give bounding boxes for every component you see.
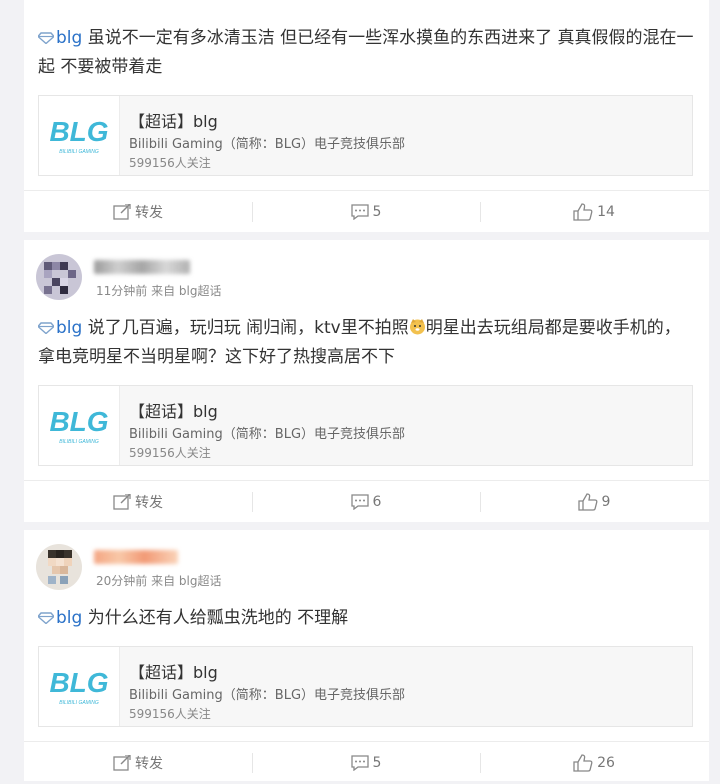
avatar[interactable] xyxy=(36,544,82,590)
post-body: 说了几百遍，玩归玩 闹归闹，ktv里不拍照 xyxy=(82,318,409,338)
super-topic-card[interactable]: BLG BILIBILI GAMING 【超话】blg Bilibili Gam… xyxy=(38,95,693,176)
thumbs-up-icon xyxy=(573,754,593,772)
like-button[interactable]: 14 xyxy=(480,191,708,233)
repost-button[interactable]: 转发 xyxy=(24,481,252,523)
like-count[interactable]: 9 xyxy=(602,494,611,510)
post-header: 20分钟前 来自 blg超话 xyxy=(36,544,436,594)
avatar[interactable] xyxy=(36,254,82,300)
logo-text: BLG xyxy=(49,116,108,147)
logo-subtext: BILIBILI GAMING xyxy=(59,149,99,155)
tag-label[interactable]: blg xyxy=(56,608,82,628)
card-title[interactable]: 【超话】blg xyxy=(129,398,218,422)
post-actions: 转发 5 14 xyxy=(24,190,709,233)
repost-button[interactable]: 转发 xyxy=(24,742,252,784)
repost-label[interactable]: 转发 xyxy=(135,492,163,512)
comment-icon xyxy=(350,204,369,220)
repost-icon xyxy=(113,494,131,510)
super-topic-tag[interactable]: blg xyxy=(38,608,82,628)
comment-button[interactable]: 6 xyxy=(252,481,480,523)
blg-logo-icon: BLG BILIBILI GAMING xyxy=(49,116,108,155)
author-name-blurred[interactable] xyxy=(94,550,178,564)
card-title[interactable]: 【超话】blg xyxy=(129,659,218,683)
like-button[interactable]: 26 xyxy=(480,742,708,784)
blg-logo-icon: BLG BILIBILI GAMING xyxy=(49,406,108,445)
card-title[interactable]: 【超话】blg xyxy=(129,108,218,132)
tag-label[interactable]: blg xyxy=(56,28,82,48)
repost-button[interactable]: 转发 xyxy=(24,191,252,233)
card-fans: 599156人关注 xyxy=(129,446,211,460)
repost-icon xyxy=(113,204,131,220)
super-topic-card[interactable]: BLG BILIBILI GAMING 【超话】blg Bilibili Gam… xyxy=(38,385,693,466)
card-subtitle: Bilibili Gaming（简称：BLG）电子竞技俱乐部 xyxy=(129,137,406,152)
post-actions: 转发 5 26 xyxy=(24,741,709,784)
blg-logo: BLG BILIBILI GAMING xyxy=(39,96,120,175)
doge-emoji-icon xyxy=(409,319,425,335)
super-topic-card[interactable]: BLG BILIBILI GAMING 【超话】blg Bilibili Gam… xyxy=(38,646,693,727)
tag-label[interactable]: blg xyxy=(56,318,82,338)
post-body: 为什么还有人给瓢虫洗地的 不理解 xyxy=(82,608,349,628)
super-topic-tag[interactable]: blg xyxy=(38,28,82,48)
comment-count[interactable]: 6 xyxy=(373,494,382,510)
blg-logo: BLG BILIBILI GAMING xyxy=(39,386,120,465)
blg-logo-icon: BLG BILIBILI GAMING xyxy=(49,667,108,706)
post-body: 虽说不一定有多冰清玉洁 但已经有一些浑水摸鱼的东西进来了 真真假假的混在一起 不… xyxy=(38,28,694,77)
thumbs-up-icon xyxy=(577,493,597,511)
post-text: blg 为什么还有人给瓢虫洗地的 不理解 xyxy=(38,604,695,633)
logo-subtext: BILIBILI GAMING xyxy=(59,439,99,445)
diamond-icon xyxy=(38,612,54,624)
comment-button[interactable]: 5 xyxy=(252,191,480,233)
post-header: 11分钟前 来自 blg超话 xyxy=(36,254,436,304)
super-topic-tag[interactable]: blg xyxy=(38,318,82,338)
card-subtitle: Bilibili Gaming（简称：BLG）电子竞技俱乐部 xyxy=(129,688,406,703)
like-count[interactable]: 14 xyxy=(597,204,615,220)
logo-text: BLG xyxy=(49,667,108,698)
post-time-source: 20分钟前 来自 blg超话 xyxy=(96,574,222,588)
weibo-post: blg 虽说不一定有多冰清玉洁 但已经有一些浑水摸鱼的东西进来了 真真假假的混在… xyxy=(24,0,709,232)
card-fans: 599156人关注 xyxy=(129,156,211,170)
like-count[interactable]: 26 xyxy=(597,755,615,771)
card-subtitle: Bilibili Gaming（简称：BLG）电子竞技俱乐部 xyxy=(129,427,406,442)
logo-subtext: BILIBILI GAMING xyxy=(59,700,99,706)
comment-icon xyxy=(350,494,369,510)
comment-button[interactable]: 5 xyxy=(252,742,480,784)
author-name-blurred[interactable] xyxy=(94,260,190,274)
weibo-post: 20分钟前 来自 blg超话 blg 为什么还有人给瓢虫洗地的 不理解 BLG … xyxy=(24,530,709,781)
diamond-icon xyxy=(38,32,54,44)
logo-text: BLG xyxy=(49,406,108,437)
repost-icon xyxy=(113,755,131,771)
comment-count[interactable]: 5 xyxy=(373,755,382,771)
post-meta: 20分钟前 来自 blg超话 xyxy=(96,572,221,589)
post-meta: 11分钟前 来自 blg超话 xyxy=(96,282,221,299)
blg-logo: BLG BILIBILI GAMING xyxy=(39,647,120,726)
post-text: blg 说了几百遍，玩归玩 闹归闹，ktv里不拍照 明星出去玩组局都是要收手机的，… xyxy=(38,314,695,372)
comment-icon xyxy=(350,755,369,771)
like-button[interactable]: 9 xyxy=(480,481,708,523)
repost-label[interactable]: 转发 xyxy=(135,202,163,222)
comment-count[interactable]: 5 xyxy=(373,204,382,220)
weibo-post: 11分钟前 来自 blg超话 blg 说了几百遍，玩归玩 闹归闹，ktv里不拍照… xyxy=(24,240,709,522)
diamond-icon xyxy=(38,322,54,334)
card-fans: 599156人关注 xyxy=(129,707,211,721)
repost-label[interactable]: 转发 xyxy=(135,753,163,773)
post-text: blg 虽说不一定有多冰清玉洁 但已经有一些浑水摸鱼的东西进来了 真真假假的混在… xyxy=(38,24,695,82)
thumbs-up-icon xyxy=(573,203,593,221)
post-actions: 转发 6 9 xyxy=(24,480,709,523)
post-time-source: 11分钟前 来自 blg超话 xyxy=(96,284,222,298)
